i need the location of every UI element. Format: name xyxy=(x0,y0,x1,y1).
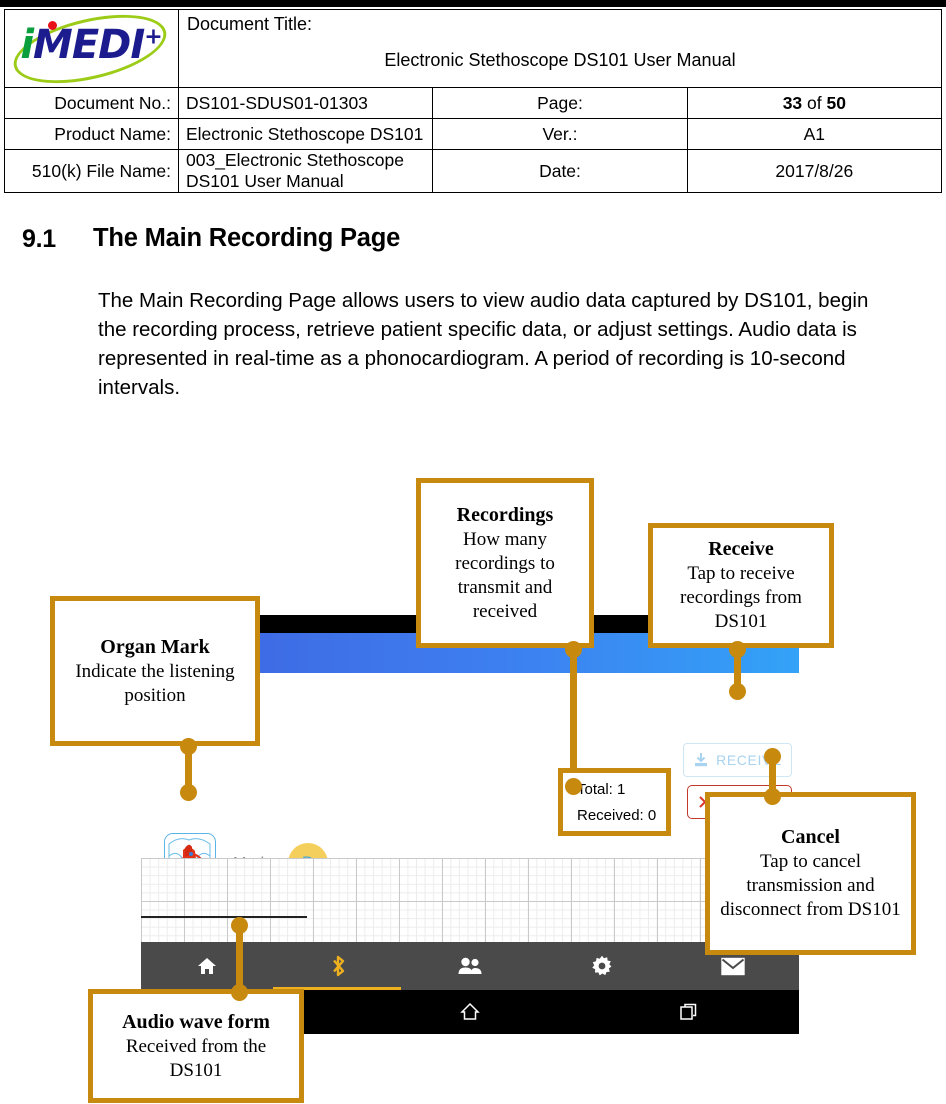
callout-audio-wave-title: Audio wave form xyxy=(122,1010,270,1033)
document-title-value: Electronic Stethoscope DS101 User Manual xyxy=(384,50,736,70)
system-recents-button[interactable] xyxy=(580,1002,799,1022)
recents-square-icon xyxy=(680,1003,697,1020)
callout-recordings-body: How many recordings to transmit and rece… xyxy=(455,528,555,622)
document-title-cell: Document Title: Electronic Stethoscope D… xyxy=(178,9,942,88)
leader-knob-recordings-bottom xyxy=(565,778,582,795)
product-name-value: Electronic Stethoscope DS101 xyxy=(177,118,434,150)
leader-knob-recordings-top xyxy=(565,641,582,658)
leader-knob-organ-top xyxy=(180,738,197,755)
callout-organ-mark-title: Organ Mark xyxy=(100,635,210,658)
leader-knob-cancel-top xyxy=(764,748,781,765)
people-icon xyxy=(458,957,482,974)
nav-item-patients[interactable] xyxy=(404,942,536,990)
nav-item-settings[interactable] xyxy=(536,942,668,990)
leader-knob-organ-bottom xyxy=(180,784,197,801)
page-of: of xyxy=(802,92,827,113)
nav-item-home[interactable] xyxy=(141,942,273,990)
page-value: 33 of 50 xyxy=(686,87,943,119)
callout-receive-title: Receive xyxy=(708,538,774,560)
nav-item-bluetooth[interactable] xyxy=(273,942,405,990)
page-total: 50 xyxy=(826,92,846,113)
callout-recordings-title: Recordings xyxy=(456,503,554,526)
document-title-label: Document Title: xyxy=(187,14,313,34)
page-current: 33 xyxy=(782,92,803,113)
callout-organ-mark: Organ Mark Indicate the listening positi… xyxy=(50,596,260,746)
callout-receive: Receive Tap to receive recordings from D… xyxy=(648,523,834,648)
file-name-value: 003_Electronic Stethoscope DS101 User Ma… xyxy=(177,149,434,193)
logo-cell: iMEDI+ xyxy=(4,1,179,96)
header-title-row: iMEDI+ Document Title: Electronic Stetho… xyxy=(4,1,942,96)
counter-received: Received: 0 xyxy=(577,806,657,824)
callout-audio-wave-body: Received from the DS101 xyxy=(125,1035,267,1081)
section-title: The Main Recording Page xyxy=(93,224,401,252)
envelope-icon xyxy=(721,957,745,975)
leader-knob-wave-bottom xyxy=(231,984,248,1001)
section-paragraph: The Main Recording Page allows users to … xyxy=(98,289,869,399)
logo-plus-icon: + xyxy=(144,24,162,50)
logo-letter-i: i xyxy=(20,21,34,68)
logo-letters-medi: MEDI xyxy=(33,21,145,68)
leader-knob-cancel-bottom xyxy=(764,788,781,805)
leader-knob-receive-top xyxy=(729,641,746,658)
file-name-label: 510(k) File Name: xyxy=(4,149,179,193)
audio-waveform-trace xyxy=(141,916,307,918)
logo-wordmark: iMEDI+ xyxy=(5,25,177,65)
document-no-value: DS101-SDUS01-01303 xyxy=(177,87,434,119)
product-name-label: Product Name: xyxy=(4,118,179,150)
home-outline-icon xyxy=(460,1002,480,1020)
section-number: 9.1 xyxy=(22,225,56,253)
document-no-label: Document No.: xyxy=(4,87,179,119)
home-icon xyxy=(197,958,216,974)
callout-cancel-body: Tap to cancel transmission and disconnec… xyxy=(720,851,901,920)
top-black-rule xyxy=(0,0,946,7)
document-header-table: iMEDI+ Document Title: Electronic Stetho… xyxy=(4,1,943,193)
leader-line-recordings-vertical xyxy=(570,645,577,785)
imedi-logo: iMEDI+ xyxy=(5,1,177,96)
leader-knob-wave-top xyxy=(231,917,248,934)
product-name-row: Product Name: Electronic Stethoscope DS1… xyxy=(4,118,943,150)
file-name-row: 510(k) File Name: 003_Electronic Stethos… xyxy=(4,149,943,193)
callout-receive-body: Tap to receive recordings from DS101 xyxy=(680,563,802,632)
date-value: 2017/8/26 xyxy=(686,149,943,193)
callout-audio-wave-form: Audio wave form Received from the DS101 xyxy=(88,989,304,1103)
document-no-row: Document No.: DS101-SDUS01-01303 Page: 3… xyxy=(4,87,943,119)
callout-recordings: Recordings How many recordings to transm… xyxy=(416,478,594,648)
counter-total: Total: 1 xyxy=(577,780,626,798)
bluetooth-icon xyxy=(333,955,345,977)
leader-knob-receive-bottom xyxy=(729,683,746,700)
document-page: iMEDI+ Document Title: Electronic Stetho… xyxy=(0,0,946,1104)
date-label: Date: xyxy=(432,149,688,193)
callout-organ-mark-body: Indicate the listening position xyxy=(75,660,235,706)
callout-cancel-title: Cancel xyxy=(781,826,840,848)
system-home-button[interactable] xyxy=(360,1002,579,1022)
download-icon xyxy=(695,753,708,767)
callout-cancel: Cancel Tap to cancel transmission and di… xyxy=(705,792,916,955)
gear-icon xyxy=(591,955,611,976)
page-label: Page: xyxy=(432,87,688,119)
version-value: A1 xyxy=(686,118,943,150)
version-label: Ver.: xyxy=(432,118,688,150)
